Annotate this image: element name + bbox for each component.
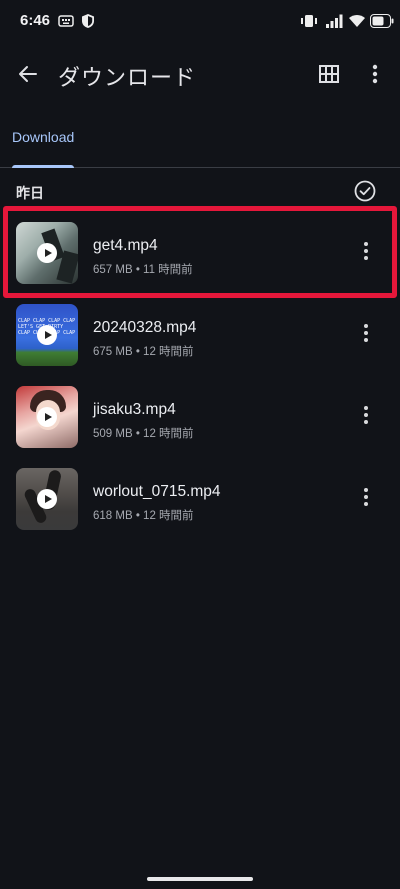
video-thumbnail: CLAP CLAP CLAP CLAP LET'S GET DIRTY CLAP… bbox=[16, 304, 78, 366]
play-icon bbox=[37, 407, 57, 427]
arrow-back-icon bbox=[19, 66, 37, 82]
section-header: 昨日 bbox=[0, 172, 400, 210]
check-circle-icon[interactable] bbox=[354, 180, 376, 202]
status-bar: 6:46 bbox=[0, 0, 400, 44]
file-meta: 509 MB • 12 時間前 bbox=[93, 428, 194, 440]
screen: 6:46 ダウンロード Download 昨日 get4.mp4 657 MB … bbox=[0, 0, 400, 889]
video-thumbnail bbox=[16, 468, 78, 530]
tab-download[interactable]: Download bbox=[12, 112, 75, 168]
item-more-button[interactable] bbox=[356, 236, 376, 266]
item-more-button[interactable] bbox=[356, 400, 376, 430]
list-item[interactable]: worlout_0715.mp4 618 MB • 12 時間前 bbox=[0, 458, 400, 538]
battery-icon bbox=[370, 14, 394, 28]
file-name: 20240328.mp4 bbox=[93, 319, 197, 336]
list-item[interactable]: jisaku3.mp4 509 MB • 12 時間前 bbox=[0, 376, 400, 456]
keyboard-notification-icon bbox=[58, 15, 74, 27]
list-item[interactable]: get4.mp4 657 MB • 11 時間前 bbox=[0, 212, 400, 292]
shield-icon bbox=[82, 14, 94, 28]
page-title: ダウンロード bbox=[58, 65, 197, 90]
file-meta: 675 MB • 12 時間前 bbox=[93, 346, 194, 358]
wifi-icon bbox=[349, 15, 365, 27]
section-title: 昨日 bbox=[16, 185, 44, 201]
item-more-button[interactable] bbox=[356, 318, 376, 348]
play-icon bbox=[37, 243, 57, 263]
file-meta: 657 MB • 11 時間前 bbox=[93, 264, 193, 276]
video-thumbnail bbox=[16, 222, 78, 284]
tab-bar: Download bbox=[0, 112, 400, 168]
list-item[interactable]: CLAP CLAP CLAP CLAP LET'S GET DIRTY CLAP… bbox=[0, 294, 400, 374]
vibrate-mode-icon bbox=[301, 15, 317, 27]
signal-strength-icon bbox=[326, 14, 343, 28]
video-thumbnail bbox=[16, 386, 78, 448]
status-time: 6:46 bbox=[20, 12, 51, 29]
file-name: worlout_0715.mp4 bbox=[93, 483, 221, 500]
file-name: get4.mp4 bbox=[93, 237, 158, 254]
grid-view-icon bbox=[319, 65, 339, 83]
file-meta: 618 MB • 12 時間前 bbox=[93, 510, 194, 522]
tab-label: Download bbox=[12, 129, 75, 145]
item-more-button[interactable] bbox=[356, 482, 376, 512]
app-bar: ダウンロード bbox=[0, 46, 400, 104]
grid-view-button[interactable] bbox=[314, 59, 344, 89]
more-options-button[interactable] bbox=[362, 59, 388, 89]
file-name: jisaku3.mp4 bbox=[93, 401, 176, 418]
tab-indicator bbox=[12, 165, 74, 168]
home-indicator[interactable] bbox=[147, 877, 253, 881]
play-icon bbox=[37, 325, 57, 345]
back-button[interactable] bbox=[12, 58, 44, 90]
more-vert-icon bbox=[372, 64, 378, 84]
play-icon bbox=[37, 489, 57, 509]
